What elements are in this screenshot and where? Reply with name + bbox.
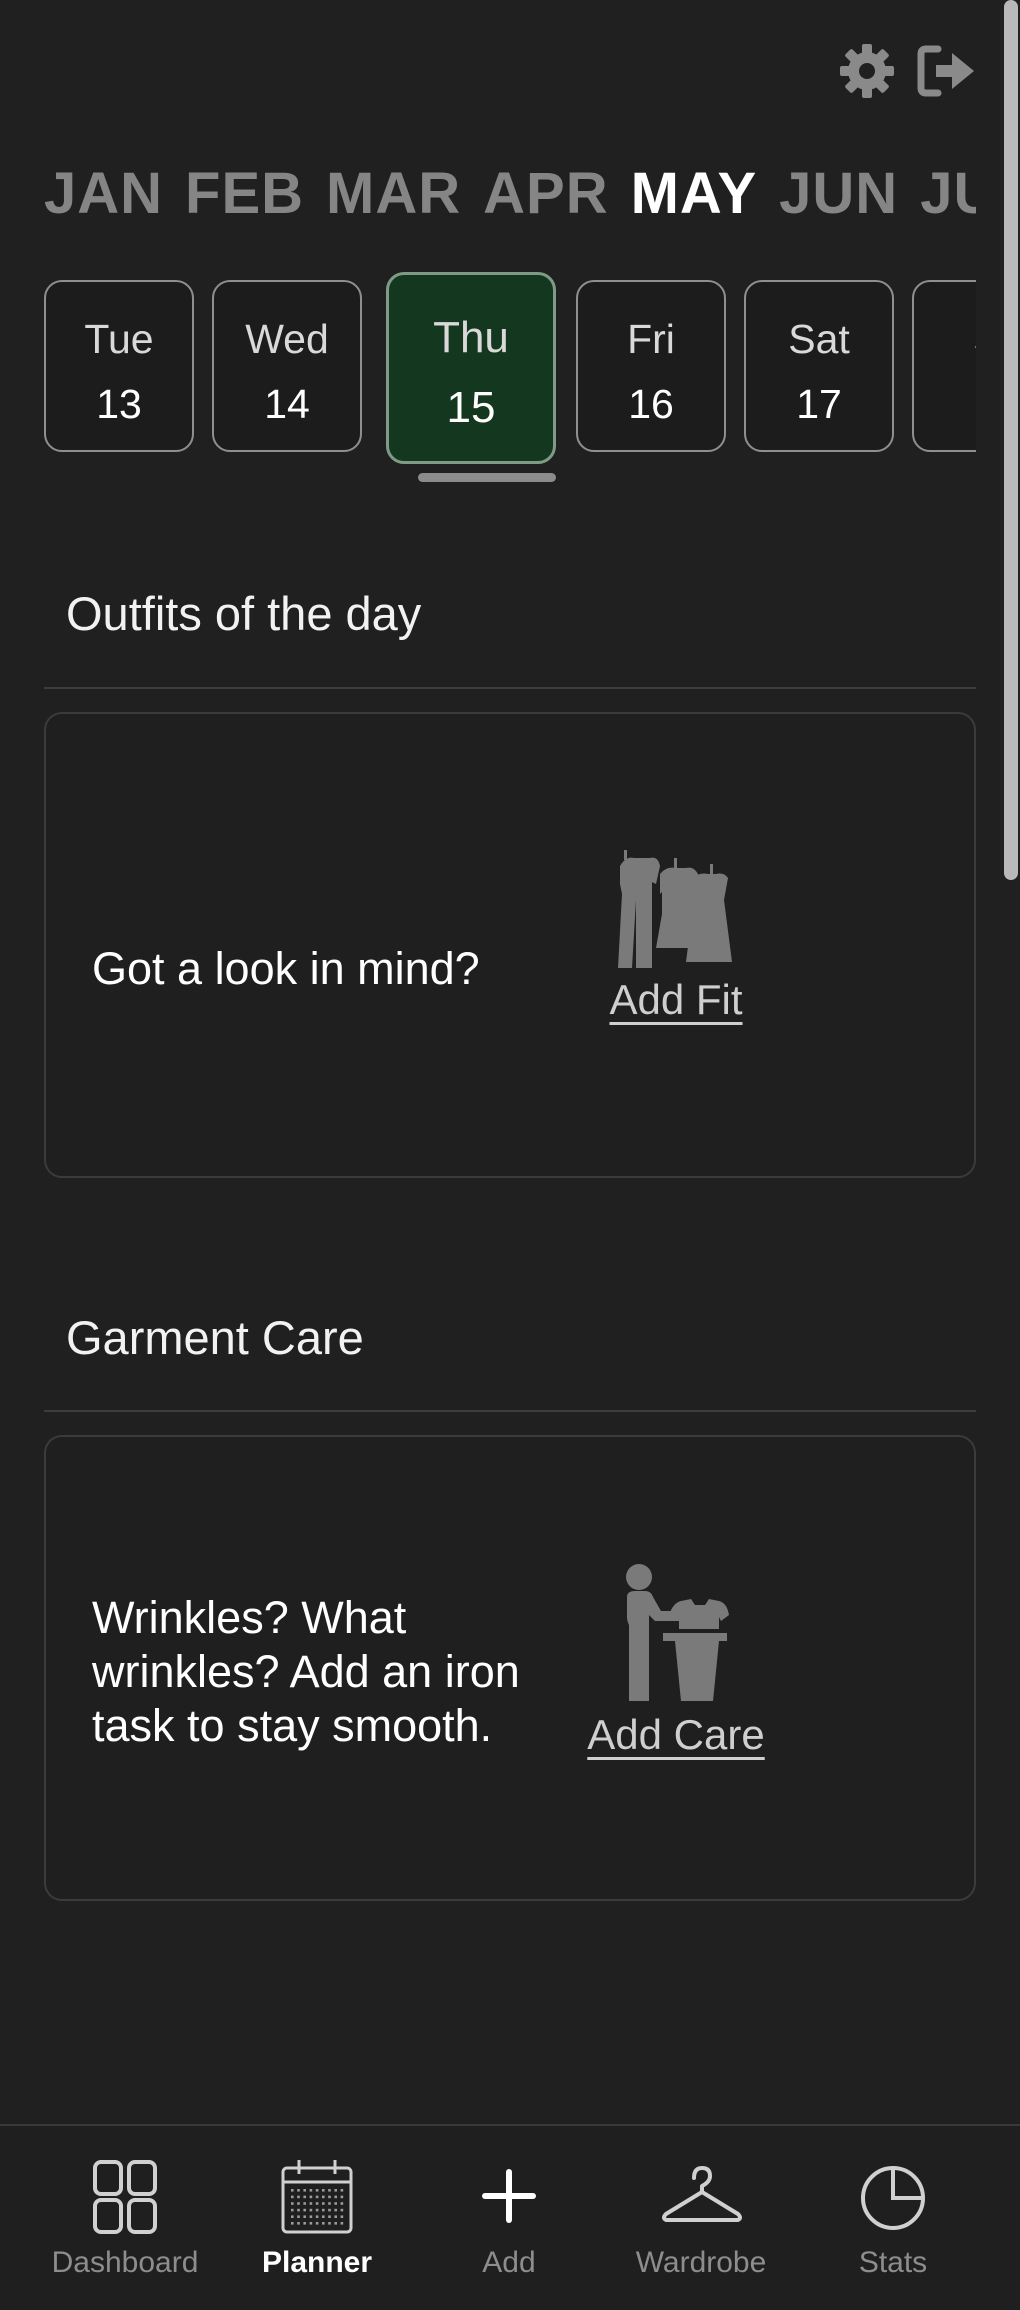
nav-label: Planner (261, 2246, 373, 2279)
care-card: Wrinkles? What wrinkles? Add an iron tas… (44, 1435, 976, 1901)
month-selector: JAN FEB MAR APR MAY JUN JU (44, 160, 976, 230)
gear-icon (840, 44, 894, 98)
dashboard-grid-icon (93, 2160, 157, 2234)
day-number: 14 (264, 381, 310, 427)
settings-button[interactable] (836, 40, 898, 102)
day-name: Tue (84, 316, 154, 362)
logout-icon (917, 45, 974, 97)
nav-planner[interactable]: Planner (221, 2156, 413, 2280)
day-wed-14[interactable]: Wed 14 (212, 280, 362, 452)
clothes-rack-icon (618, 850, 732, 968)
selected-day-indicator (418, 473, 556, 482)
nav-label: Add (482, 2246, 536, 2279)
nav-label: Stats (858, 2246, 928, 2279)
nav-wardrobe[interactable]: Wardrobe (605, 2156, 797, 2280)
month-jan[interactable]: JAN (44, 160, 163, 227)
month-feb[interactable]: FEB (185, 160, 304, 227)
day-name: Thu (433, 313, 509, 362)
nav-stats[interactable]: Stats (797, 2156, 989, 2280)
pie-chart-icon (861, 2166, 925, 2230)
day-number: 16 (628, 381, 674, 427)
outfits-section-title: Outfits of the day (66, 587, 422, 640)
day-tue-13[interactable]: Tue 13 (44, 280, 194, 452)
care-section-title: Garment Care (66, 1311, 364, 1364)
add-fit-button[interactable]: Add Fit (546, 844, 806, 1024)
nav-add[interactable]: Add (413, 2156, 605, 2280)
add-care-button[interactable]: Add Care (546, 1563, 806, 1759)
month-ju[interactable]: JU (920, 160, 976, 227)
day-number: 17 (796, 381, 842, 427)
month-apr[interactable]: APR (483, 160, 608, 227)
day-number: 1 (914, 381, 977, 428)
outfits-prompt: Got a look in mind? (92, 943, 480, 994)
day-name: Fri (627, 316, 675, 362)
nav-label: Wardrobe (635, 2246, 767, 2279)
day-name: Wed (245, 316, 329, 362)
divider (44, 1410, 976, 1412)
bottom-navigation: Dashboard Planner Add Wardrobe Stats (0, 2124, 1020, 2310)
nav-dashboard[interactable]: Dashboard (29, 2156, 221, 2280)
nav-label: Dashboard (51, 2246, 199, 2279)
month-jun[interactable]: JUN (779, 160, 898, 227)
day-sat-17[interactable]: Sat 17 (744, 280, 894, 452)
day-thu-15[interactable]: Thu 15 (386, 272, 556, 464)
month-mar[interactable]: MAR (326, 160, 461, 227)
day-number: 13 (96, 381, 142, 427)
ironing-person-icon (626, 1564, 729, 1701)
logout-button[interactable] (916, 40, 978, 102)
header-actions (836, 40, 978, 102)
plus-icon (482, 2169, 536, 2223)
divider (44, 687, 976, 689)
outfits-card: Got a look in mind? Add Fit (44, 712, 976, 1178)
day-name: S (914, 316, 976, 363)
add-fit-label: Add Fit (609, 976, 743, 1023)
day-name: Sat (788, 316, 850, 362)
day-number: 15 (446, 383, 496, 432)
planner-screen: JAN FEB MAR APR MAY JUN JU Tue 13 Wed 14 Thu 15 Fri 1… (0, 0, 1020, 2310)
day-selector: Tue13Wed14Thu15Fri16Sat17S1 (44, 270, 976, 490)
care-prompt: Wrinkles? What wrinkles? Add an iron tas… (92, 1592, 520, 1751)
add-care-label: Add Care (587, 1711, 765, 1758)
hanger-icon (662, 2166, 742, 2222)
scrollbar[interactable] (1004, 0, 1018, 880)
month-may[interactable]: MAY (631, 160, 758, 227)
calendar-icon (281, 2160, 353, 2234)
day-fri-16[interactable]: Fri 16 (576, 280, 726, 452)
day-s-1[interactable]: S1 (912, 280, 976, 452)
